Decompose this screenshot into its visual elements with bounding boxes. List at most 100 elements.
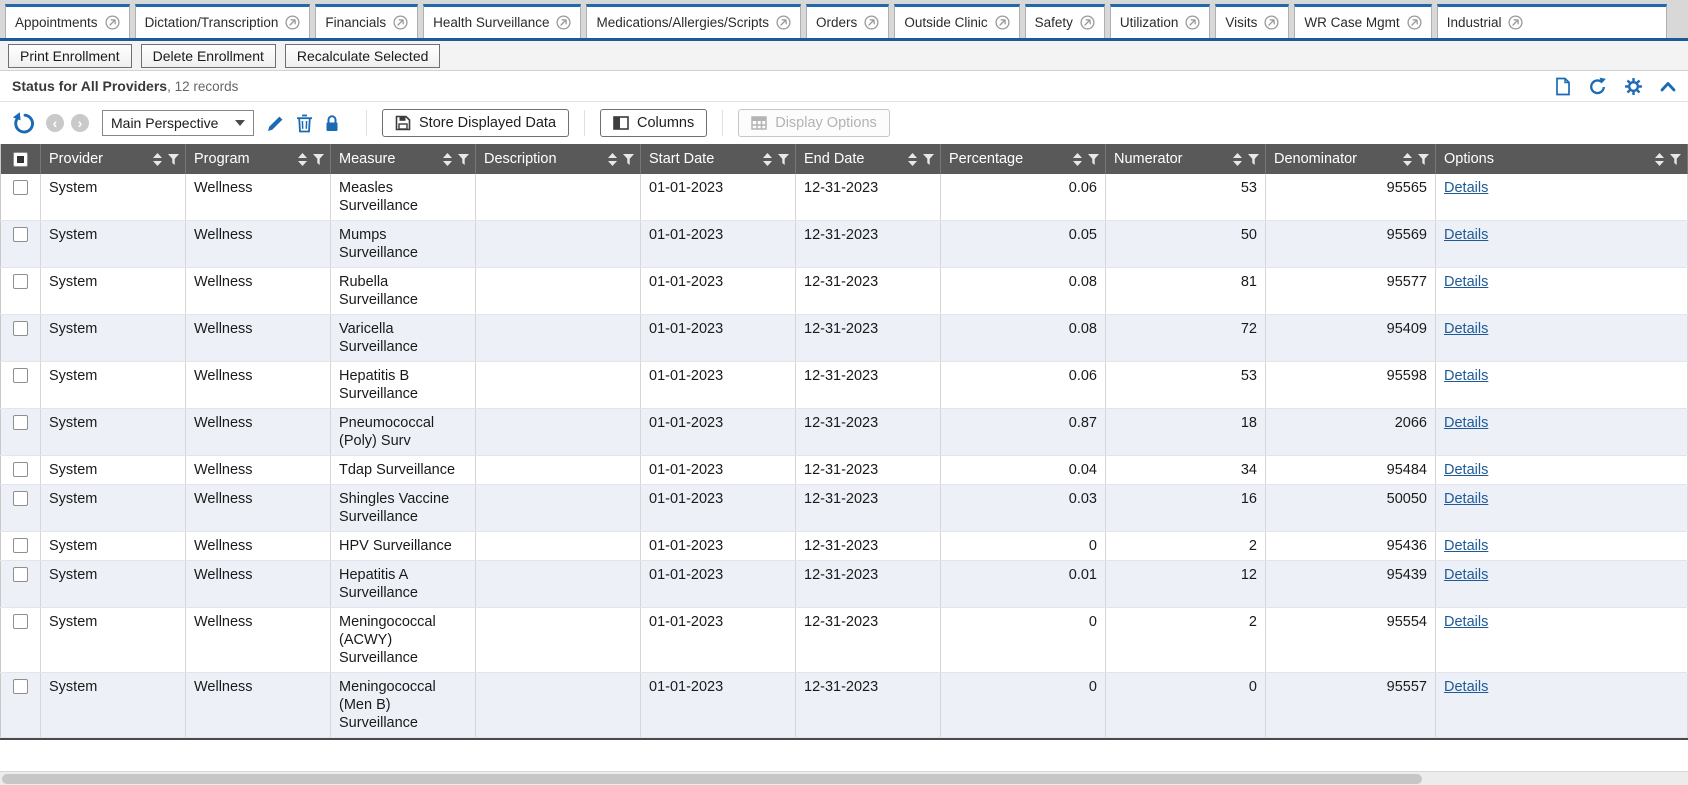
open-new-window-icon[interactable] [393, 15, 408, 30]
cell-options: Details [1436, 362, 1688, 409]
perspective-select[interactable]: Main Perspective [102, 110, 254, 136]
row-checkbox[interactable] [13, 180, 28, 195]
row-checkbox[interactable] [13, 679, 28, 694]
column-header-program[interactable]: Program [186, 144, 331, 174]
print-enrollment-button[interactable]: Print Enrollment [8, 44, 132, 68]
settings-icon[interactable] [1624, 77, 1643, 96]
delete-enrollment-button[interactable]: Delete Enrollment [141, 44, 276, 68]
column-header-options[interactable]: Options [1436, 144, 1688, 174]
details-link[interactable]: Details [1444, 614, 1488, 630]
details-link[interactable]: Details [1444, 491, 1488, 507]
row-checkbox[interactable] [13, 462, 28, 477]
sort-icon[interactable] [1403, 153, 1412, 166]
sort-icon[interactable] [608, 153, 617, 166]
horizontal-scrollbar[interactable] [0, 771, 1688, 785]
back-icon[interactable]: ‹ [46, 114, 64, 132]
module-tab-industrial[interactable]: Industrial [1437, 4, 1667, 38]
column-header-start_date[interactable]: Start Date [641, 144, 796, 174]
details-link[interactable]: Details [1444, 321, 1488, 337]
new-document-icon[interactable] [1555, 77, 1571, 96]
filter-icon[interactable] [1248, 154, 1259, 165]
module-tab-medications-allergies-scripts[interactable]: Medications/Allergies/Scripts [586, 4, 801, 38]
filter-icon[interactable] [168, 154, 179, 165]
filter-icon[interactable] [1418, 154, 1429, 165]
details-link[interactable]: Details [1444, 415, 1488, 431]
recalculate-selected-button[interactable]: Recalculate Selected [285, 44, 441, 68]
module-tab-visits[interactable]: Visits [1215, 4, 1289, 38]
row-checkbox[interactable] [13, 415, 28, 430]
open-new-window-icon[interactable] [105, 15, 120, 30]
row-checkbox[interactable] [13, 274, 28, 289]
sort-icon[interactable] [443, 153, 452, 166]
sort-icon[interactable] [153, 153, 162, 166]
filter-icon[interactable] [458, 154, 469, 165]
delete-icon[interactable] [296, 114, 313, 133]
details-link[interactable]: Details [1444, 227, 1488, 243]
open-new-window-icon[interactable] [1185, 15, 1200, 30]
scrollbar-thumb[interactable] [2, 774, 1422, 784]
details-link[interactable]: Details [1444, 538, 1488, 554]
sort-icon[interactable] [1655, 153, 1664, 166]
open-new-window-icon[interactable] [864, 15, 879, 30]
open-new-window-icon[interactable] [995, 15, 1010, 30]
column-header-measure[interactable]: Measure [331, 144, 476, 174]
column-header-description[interactable]: Description [476, 144, 641, 174]
details-link[interactable]: Details [1444, 180, 1488, 196]
filter-icon[interactable] [1088, 154, 1099, 165]
module-tab-health-surveillance[interactable]: Health Surveillance [423, 4, 581, 38]
open-new-window-icon[interactable] [1264, 15, 1279, 30]
edit-icon[interactable] [266, 114, 285, 133]
sort-icon[interactable] [298, 153, 307, 166]
cell-select [1, 362, 41, 409]
select-all-checkbox[interactable] [13, 152, 28, 167]
open-new-window-icon[interactable] [285, 15, 300, 30]
details-link[interactable]: Details [1444, 567, 1488, 583]
row-checkbox[interactable] [13, 227, 28, 242]
details-link[interactable]: Details [1444, 274, 1488, 290]
sort-icon[interactable] [1233, 153, 1242, 166]
undo-icon[interactable] [12, 112, 36, 135]
sort-icon[interactable] [908, 153, 917, 166]
filter-icon[interactable] [1670, 154, 1681, 165]
details-link[interactable]: Details [1444, 679, 1488, 695]
column-header-percentage[interactable]: Percentage [941, 144, 1106, 174]
module-tab-outside-clinic[interactable]: Outside Clinic [894, 4, 1019, 38]
sort-icon[interactable] [1073, 153, 1082, 166]
open-new-window-icon[interactable] [776, 15, 791, 30]
module-tab-utilization[interactable]: Utilization [1110, 4, 1211, 38]
filter-icon[interactable] [623, 154, 634, 165]
row-checkbox[interactable] [13, 368, 28, 383]
refresh-icon[interactable] [1588, 77, 1607, 96]
details-link[interactable]: Details [1444, 368, 1488, 384]
open-new-window-icon[interactable] [556, 15, 571, 30]
module-tab-wr-case-mgmt[interactable]: WR Case Mgmt [1294, 4, 1431, 38]
row-checkbox[interactable] [13, 538, 28, 553]
filter-icon[interactable] [778, 154, 789, 165]
filter-icon[interactable] [923, 154, 934, 165]
forward-icon[interactable]: › [71, 114, 89, 132]
collapse-icon[interactable] [1660, 81, 1676, 92]
column-header-end_date[interactable]: End Date [796, 144, 941, 174]
details-link[interactable]: Details [1444, 462, 1488, 478]
row-checkbox[interactable] [13, 321, 28, 336]
column-header-provider[interactable]: Provider [41, 144, 186, 174]
filter-icon[interactable] [313, 154, 324, 165]
module-tab-appointments[interactable]: Appointments [5, 4, 130, 38]
open-new-window-icon[interactable] [1080, 15, 1095, 30]
module-tab-financials[interactable]: Financials [315, 4, 418, 38]
row-checkbox[interactable] [13, 614, 28, 629]
column-header-denominator[interactable]: Denominator [1266, 144, 1436, 174]
row-checkbox[interactable] [13, 567, 28, 582]
lock-icon[interactable] [324, 114, 340, 133]
module-tab-safety[interactable]: Safety [1025, 4, 1105, 38]
open-new-window-icon[interactable] [1407, 15, 1422, 30]
open-new-window-icon[interactable] [1508, 15, 1523, 30]
row-checkbox[interactable] [13, 491, 28, 506]
store-displayed-data-button[interactable]: Store Displayed Data [382, 109, 569, 137]
column-header-numerator[interactable]: Numerator [1106, 144, 1266, 174]
module-tab-orders[interactable]: Orders [806, 4, 889, 38]
columns-button[interactable]: Columns [600, 109, 707, 137]
sort-icon[interactable] [763, 153, 772, 166]
module-tab-dictation-transcription[interactable]: Dictation/Transcription [135, 4, 311, 38]
cell-select [1, 221, 41, 268]
